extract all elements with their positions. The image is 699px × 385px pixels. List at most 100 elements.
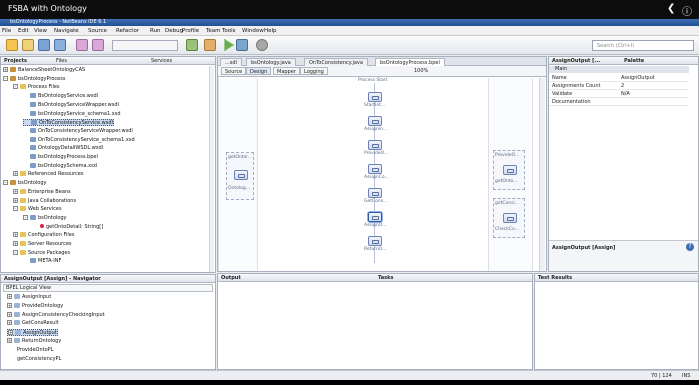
view-source[interactable]: Source xyxy=(221,67,247,75)
view-logging[interactable]: Logging xyxy=(300,67,328,75)
menu-view[interactable]: View xyxy=(34,28,47,34)
menu-edit[interactable]: Edit xyxy=(18,28,29,34)
share-icon[interactable]: ❮ xyxy=(667,3,675,14)
tab-files[interactable]: Files xyxy=(56,58,67,64)
property-row[interactable]: Assignments Count 2 xyxy=(549,82,689,90)
tab-sdl[interactable]: ...sdl xyxy=(220,58,242,66)
tree-node[interactable]: getOntoDetail: String[] xyxy=(33,224,103,231)
navigator-item[interactable]: + AssignInput xyxy=(7,294,51,301)
bpel-activity[interactable] xyxy=(368,164,382,174)
new-project-icon[interactable] xyxy=(6,39,18,51)
navigator-item[interactable]: ProvideOntoPL xyxy=(17,347,53,354)
partner-link-right-1[interactable]: ProvideO... getOnto... xyxy=(493,150,525,190)
menu-profile[interactable]: Profile xyxy=(182,28,199,34)
navigator-item[interactable]: + AssignOutput xyxy=(7,329,58,337)
bpel-canvas[interactable]: Process Start StartInt... AssignIn... Prov… xyxy=(218,78,540,271)
view-mapper[interactable]: Mapper xyxy=(273,67,300,75)
navigator-item[interactable]: + ReturnOntology xyxy=(7,338,61,345)
menu-tools[interactable]: Tools xyxy=(222,28,236,34)
tree-node[interactable]: - bsOntology xyxy=(23,214,66,222)
view-design[interactable]: Design xyxy=(246,67,272,75)
partner-link-left[interactable]: getOntol... Ontolog... xyxy=(226,152,254,200)
property-row[interactable]: Validate N/A xyxy=(549,90,689,98)
profile-icon[interactable] xyxy=(256,39,268,51)
tree-node[interactable]: + BalanceSheetOntologyCAS xyxy=(3,67,85,74)
bpel-activity[interactable] xyxy=(368,116,382,126)
tree-node[interactable]: OnToConsistencyService_schema1.xsd xyxy=(23,136,135,144)
tree-node[interactable]: bsOntologyService_schema1.xsd xyxy=(23,110,121,118)
tab-tasks[interactable]: Tasks xyxy=(378,275,393,281)
tree-node[interactable]: - Source Packages xyxy=(13,249,70,257)
expand-toggle-icon[interactable]: + xyxy=(13,241,18,246)
editor-scrollbar[interactable] xyxy=(539,78,545,271)
tree-node[interactable]: BsOntologyServiceWrapper.wsdl xyxy=(23,101,119,109)
bpel-activity[interactable] xyxy=(368,92,382,102)
property-value[interactable]: N/A xyxy=(621,90,630,98)
property-row[interactable]: Documentation xyxy=(549,98,689,106)
tree-node[interactable]: bsOntologySchema.xsd xyxy=(23,162,97,170)
redo-icon[interactable] xyxy=(92,39,104,51)
tree-node[interactable]: OnToConsistencyService.wsdl xyxy=(23,119,114,127)
tree-node[interactable]: OnToConsistencyServiceWrapper.wsdl xyxy=(23,127,133,135)
menu-debug[interactable]: Debug xyxy=(165,28,183,34)
partner-link-right-2[interactable]: getConsi... CheckCo... xyxy=(493,198,525,238)
tree-node[interactable]: - Web Services xyxy=(13,206,62,213)
tree-node[interactable]: - bsOntologyProcess xyxy=(3,75,65,83)
debug-icon[interactable] xyxy=(236,39,248,51)
menu-run[interactable]: Run xyxy=(150,28,161,34)
navigator-view-select[interactable]: BPEL Logical View xyxy=(3,284,213,292)
menu-file[interactable]: File xyxy=(2,28,11,34)
info-icon[interactable]: ⓘ xyxy=(682,3,692,18)
bpel-activity[interactable] xyxy=(368,188,382,198)
configuration-select[interactable] xyxy=(112,40,178,51)
bpel-activity[interactable] xyxy=(368,236,382,246)
build-icon[interactable] xyxy=(186,39,198,51)
help-icon[interactable]: ? xyxy=(686,243,694,251)
menu-refactor[interactable]: Refactor xyxy=(116,28,139,34)
tree-node[interactable]: + Configuration Files xyxy=(13,232,74,239)
expand-toggle-icon[interactable]: + xyxy=(13,171,18,177)
expand-toggle-icon[interactable]: - xyxy=(13,84,18,90)
tab-test-results[interactable]: Test Results xyxy=(538,275,572,281)
tab-output[interactable]: Output xyxy=(221,275,241,281)
tab-bsontologyprocess-bpel[interactable]: bsOntologyProcess.bpel xyxy=(375,58,445,66)
expand-toggle-icon[interactable]: + xyxy=(7,294,12,299)
menu-help[interactable]: Help xyxy=(264,28,277,34)
tree-node[interactable]: OntologyDetailWSDL.wsdl xyxy=(23,145,103,152)
expand-toggle-icon[interactable]: + xyxy=(7,311,12,317)
save-icon[interactable] xyxy=(38,39,50,51)
tree-node[interactable]: bsOntologyProcess.bpel xyxy=(23,154,98,161)
expand-toggle-icon[interactable]: + xyxy=(13,188,18,194)
expand-toggle-icon[interactable]: + xyxy=(7,338,12,343)
tree-node[interactable]: + Referenced Resources xyxy=(13,171,83,178)
expand-toggle-icon[interactable]: - xyxy=(13,206,18,212)
bpel-activity[interactable] xyxy=(368,212,382,222)
navigator-item[interactable]: + GetConsResult xyxy=(7,320,59,327)
expand-toggle-icon[interactable]: + xyxy=(7,320,12,326)
property-value[interactable]: 2 xyxy=(621,82,624,90)
tree-node[interactable]: + Enterprise Beans xyxy=(13,188,71,196)
tab-palette[interactable]: Palette xyxy=(624,58,644,64)
navigator-item[interactable]: + AssignConsistencyCheckingInput xyxy=(7,311,105,319)
menu-navigate[interactable]: Navigate xyxy=(54,28,79,34)
zoom-level[interactable]: 100% xyxy=(414,67,428,75)
run-icon[interactable] xyxy=(224,39,234,51)
tree-node[interactable]: BsOntologyService.wsdl xyxy=(23,93,98,100)
tree-node[interactable]: - Process Files xyxy=(13,84,60,91)
tab-services[interactable]: Services xyxy=(151,58,172,64)
navigator-item[interactable]: + ProvideOntology xyxy=(7,302,63,310)
save-all-icon[interactable] xyxy=(54,39,66,51)
menu-source[interactable]: Source xyxy=(88,28,107,34)
tab-projects[interactable]: Projects xyxy=(4,58,27,64)
expand-toggle-icon[interactable]: + xyxy=(8,330,13,336)
expand-toggle-icon[interactable]: - xyxy=(3,180,8,186)
tree-node[interactable]: META-INF xyxy=(23,258,61,265)
tab-bsontology-java[interactable]: bsOntology.java xyxy=(246,58,296,66)
clean-build-icon[interactable] xyxy=(204,39,216,51)
undo-icon[interactable] xyxy=(76,39,88,51)
open-project-icon[interactable] xyxy=(22,39,34,51)
expand-toggle-icon[interactable]: + xyxy=(13,232,18,238)
menu-window[interactable]: Window xyxy=(242,28,264,34)
expand-toggle-icon[interactable]: - xyxy=(23,214,28,220)
tree-node[interactable]: + Server Resources xyxy=(13,241,72,248)
